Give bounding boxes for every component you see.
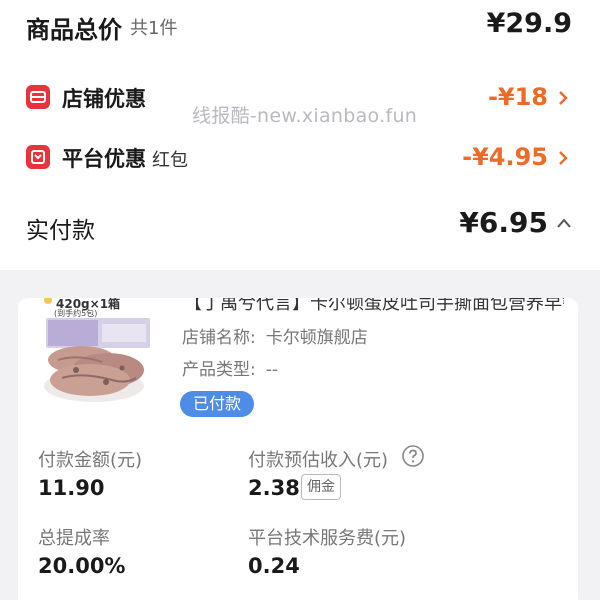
pay-amount-value: 11.90 — [38, 476, 105, 500]
service-fee-value: 0.24 — [248, 554, 300, 578]
chevron-right-icon[interactable] — [556, 91, 570, 105]
status-badge: 已付款 — [180, 391, 255, 417]
red-packet-icon — [26, 145, 50, 169]
shop-name-value: 卡尔顿旗舰店 — [265, 328, 368, 348]
watermark-text: 线报酷-new.xianbao.fun — [192, 105, 418, 127]
shop-name-label: 店铺名称: — [182, 328, 256, 348]
shop-discount-label: 店铺优惠 — [62, 87, 146, 111]
product-type-line: 产品类型: -- — [182, 355, 288, 380]
commission-tag: 佣金 — [301, 474, 341, 500]
platform-discount-value: -¥4.95 — [462, 143, 548, 171]
summary-item-count: 共1件 — [130, 18, 178, 39]
chevron-up-icon[interactable] — [556, 216, 572, 230]
commission-rate-value: 20.00% — [38, 554, 126, 578]
thumbnail-pack-text: (到手约5包) — [54, 309, 98, 318]
estimated-income-value: 2.38 — [248, 476, 300, 500]
product-thumbnail[interactable]: 420g×1箱 (到手约5包) — [42, 298, 154, 410]
platform-discount-label: 平台优惠 — [62, 147, 146, 171]
question-icon[interactable] — [401, 444, 425, 468]
estimated-income-label: 付款预估收入(元) — [248, 450, 389, 471]
summary-title: 商品总价 — [26, 16, 122, 44]
summary-total-price: ¥29.9 — [486, 8, 572, 39]
chevron-right-icon[interactable] — [556, 151, 570, 165]
order-card[interactable]: 420g×1箱 (到手约5包) 【丁禹兮代言】卡尔顿蛋皮吐司手撕面包营养早餐 店… — [18, 298, 578, 600]
product-title[interactable]: 【丁禹兮代言】卡尔顿蛋皮吐司手撕面包营养早餐 — [184, 298, 564, 315]
actual-payment-value: ¥6.95 — [459, 206, 548, 239]
order-summary-panel: 商品总价 共1件 ¥29.9 店铺优惠 -¥18 线报酷-new.xianbao… — [0, 0, 600, 270]
product-type-label: 产品类型: — [182, 360, 256, 380]
commission-rate-label: 总提成率 — [38, 528, 110, 549]
actual-payment-label: 实付款 — [26, 218, 95, 244]
platform-discount-sub: 红包 — [152, 150, 188, 171]
shop-discount-value: -¥18 — [487, 83, 548, 111]
pay-amount-label: 付款金额(元) — [38, 450, 143, 471]
shop-name-line: 店铺名称: 卡尔顿旗舰店 — [182, 323, 378, 348]
service-fee-label: 平台技术服务费(元) — [248, 528, 407, 549]
product-type-value: -- — [265, 360, 279, 380]
shop-coupon-icon — [26, 85, 50, 109]
